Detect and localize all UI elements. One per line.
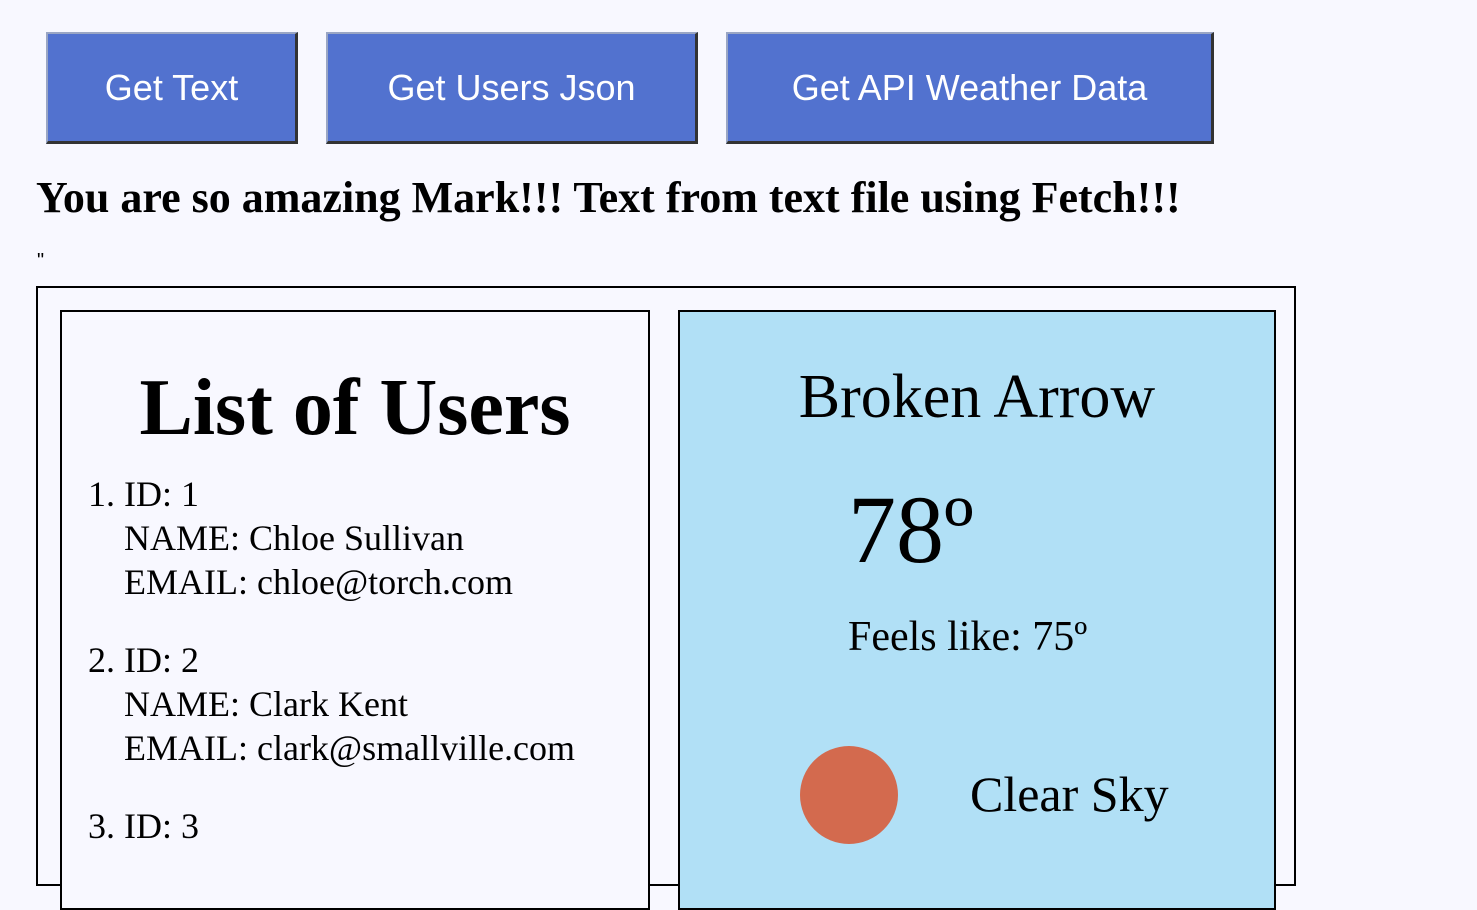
user-item: ID: 2 NAME: Clark Kent EMAIL: clark@smal… [124, 638, 575, 770]
weather-city: Broken Arrow [798, 363, 1156, 431]
user-name: NAME: Clark Kent [124, 684, 408, 724]
users-list: ID: 1 NAME: Chloe Sullivan EMAIL: chloe@… [124, 472, 575, 882]
users-title: List of Users [139, 364, 571, 452]
users-card: List of Users ID: 1 NAME: Chloe Sullivan… [60, 310, 650, 910]
user-item: ID: 3 [124, 804, 575, 848]
user-id: ID: 1 [124, 474, 199, 514]
get-users-json-button[interactable]: Get Users Json [326, 32, 698, 144]
fetched-text-message: You are so amazing Mark!!! Text from tex… [36, 173, 1181, 222]
user-name: NAME: Chloe Sullivan [124, 518, 464, 558]
weather-feels-like: Feels like: 75º [848, 614, 1088, 660]
get-text-button[interactable]: Get Text [46, 32, 298, 144]
output-container: List of Users ID: 1 NAME: Chloe Sullivan… [36, 286, 1296, 910]
toolbar: Get Text Get Users Json Get API Weather … [46, 32, 1242, 144]
user-id: ID: 2 [124, 640, 199, 680]
user-email: EMAIL: chloe@torch.com [124, 562, 514, 602]
weather-temperature: 78º [848, 476, 974, 583]
sun-icon [800, 746, 898, 844]
weather-condition: Clear Sky [970, 766, 1169, 822]
get-weather-button[interactable]: Get API Weather Data [726, 32, 1214, 144]
user-item: ID: 1 NAME: Chloe Sullivan EMAIL: chloe@… [124, 472, 575, 604]
user-id: ID: 3 [124, 806, 199, 846]
stray-quote-text: " [37, 250, 45, 272]
weather-card: Broken Arrow 78º Feels like: 75º Clear S… [678, 310, 1276, 910]
user-email: EMAIL: clark@smallville.com [124, 728, 576, 768]
